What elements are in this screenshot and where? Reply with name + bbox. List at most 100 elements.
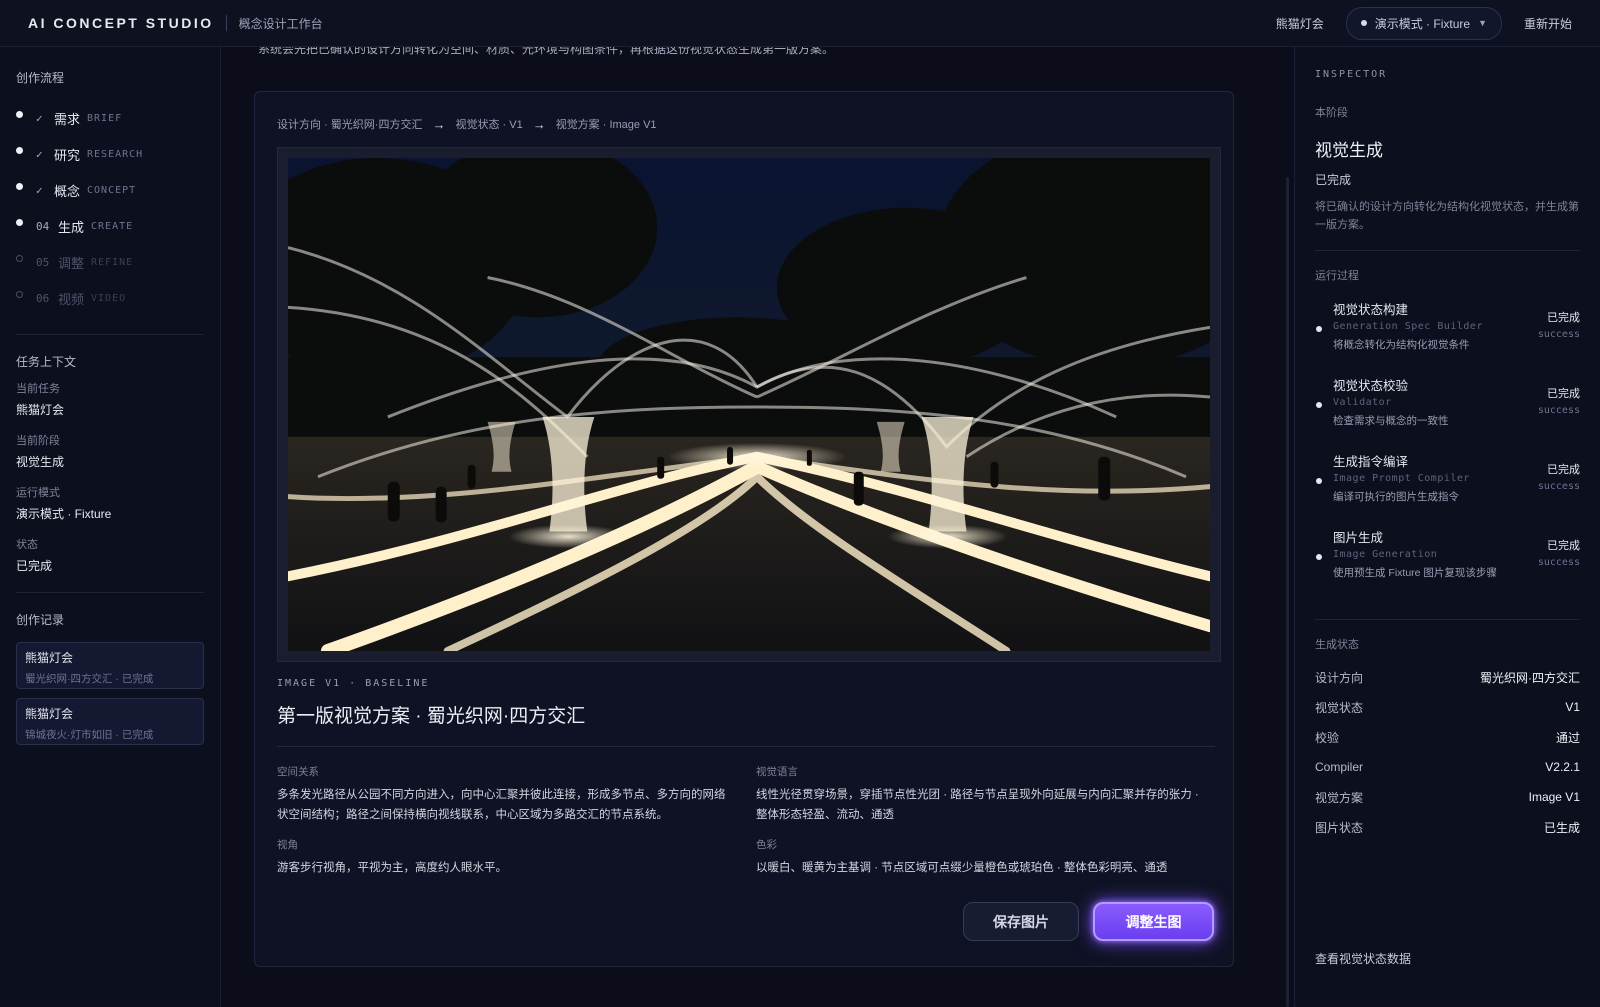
- stage-label: 本阶段: [1315, 107, 1348, 119]
- step-video[interactable]: 06 视频 VIDEO: [16, 280, 204, 316]
- flow-title: 创作流程: [16, 71, 65, 85]
- step-number: 04: [36, 219, 50, 233]
- field-label: 色彩: [756, 839, 777, 851]
- save-image-button[interactable]: 保存图片: [963, 902, 1079, 941]
- field-label: 视角: [277, 839, 298, 851]
- gen-value: 通过: [1555, 730, 1580, 745]
- gen-row: 校验 通过: [1315, 722, 1580, 752]
- run-status-zh: 已完成: [1547, 464, 1580, 476]
- gen-value: V1: [1565, 700, 1580, 714]
- context-label: 当前阶段: [16, 435, 60, 447]
- intro-text: 系统会先把已确认的设计方向转化为空间、材质、光环境与构图条件，再根据这份视觉状态…: [258, 47, 835, 56]
- step-label: 生成: [58, 219, 85, 235]
- mode-selector[interactable]: 演示模式 · Fixture ▼: [1345, 6, 1502, 40]
- field-text: 以暖白、暖黄为主基调 · 节点区域可点缀少量橙色或琥珀色 · 整体色彩明亮、通透: [756, 862, 1168, 874]
- step-code: REFINE: [91, 256, 134, 268]
- inspector-panel: INSPECTOR 本阶段 视觉生成 已完成 将已确认的设计方向转化为结构化视觉…: [1294, 47, 1600, 1007]
- inspector-divider: [1315, 619, 1580, 620]
- context-label: 状态: [16, 539, 38, 551]
- step-label: 调整: [58, 255, 85, 271]
- step-code: BRIEF: [87, 112, 123, 124]
- brand-subtitle: 概念设计工作台: [238, 16, 323, 31]
- step-dot: [16, 255, 23, 262]
- context-label: 当前任务: [16, 383, 60, 395]
- step-create[interactable]: 04 生成 CREATE: [16, 208, 204, 244]
- adjust-generation-button[interactable]: 调整生图: [1093, 902, 1214, 941]
- chevron-down-icon: ▼: [1478, 18, 1487, 28]
- gen-value: V2.2.1: [1545, 760, 1580, 774]
- step-research[interactable]: ✓ 研究 RESEARCH: [16, 136, 204, 172]
- field-text: 游客步行视角，平视为主，高度约人眼水平。: [277, 862, 507, 874]
- gen-key: 图片状态: [1315, 820, 1364, 835]
- scrollbar[interactable]: [1286, 177, 1289, 1007]
- run-step[interactable]: 视觉状态校验 Validator 检查需求与概念的一致性 已完成 success: [1315, 375, 1580, 451]
- step-label: 视频: [58, 291, 85, 307]
- history-title: 创作记录: [16, 613, 65, 627]
- generated-image[interactable]: [277, 147, 1221, 662]
- left-sidebar: 创作流程 ✓ 需求 BRIEF ✓ 研究 RESEARCH ✓ 概念 CONCE…: [0, 47, 221, 1007]
- restart-button[interactable]: 重新开始: [1524, 15, 1572, 32]
- step-number: 06: [36, 291, 50, 305]
- history-item-sub: 蜀光织网·四方交汇 · 已完成: [25, 673, 154, 685]
- mode-status-dot: [1360, 20, 1367, 26]
- brand-name: AI CONCEPT STUDIO: [28, 15, 214, 31]
- brand-divider: [225, 15, 227, 31]
- run-step[interactable]: 视觉状态构建 Generation Spec Builder 将概念转化为结构化…: [1315, 299, 1580, 375]
- history-item[interactable]: 熊猫灯会 锦城夜火·灯市如旧 · 已完成: [16, 698, 204, 745]
- crumb-image[interactable]: 视觉方案 · Image V1: [556, 116, 657, 132]
- inspector-divider: [1315, 250, 1580, 251]
- context-value: 视觉生成: [16, 455, 65, 469]
- crumb-state[interactable]: 视觉状态 · V1: [455, 116, 522, 132]
- stage-description: 将已确认的设计方向转化为结构化视觉状态，并生成第一版方案。: [1315, 201, 1579, 231]
- gen-row: Compiler V2.2.1: [1315, 752, 1580, 782]
- gen-key: 设计方向: [1315, 670, 1364, 685]
- field-spatial: 空间关系 多条发光路径从公园不同方向进入，向中心汇聚并彼此连接，形成多节点、多方…: [277, 764, 732, 825]
- project-name[interactable]: 熊猫灯会: [1276, 15, 1324, 32]
- arrow-right-icon: →: [432, 116, 446, 132]
- check-icon: ✓: [36, 183, 43, 197]
- step-code: RESEARCH: [87, 148, 144, 160]
- run-dot: [1316, 478, 1322, 484]
- gen-row: 视觉状态 V1: [1315, 692, 1580, 722]
- step-code: CREATE: [91, 220, 134, 232]
- context-value: 演示模式 · Fixture: [16, 507, 112, 521]
- visual-card: 设计方向 · 蜀光织网·四方交汇 → 视觉状态 · V1 → 视觉方案 · Im…: [254, 91, 1234, 967]
- run-status: 已完成 success: [1538, 461, 1580, 492]
- field-viewpoint: 视角 游客步行视角，平视为主，高度约人眼水平。: [277, 837, 732, 878]
- step-dot: [16, 219, 23, 226]
- step-concept[interactable]: ✓ 概念 CONCEPT: [16, 172, 204, 208]
- run-dot: [1316, 326, 1322, 332]
- run-status-zh: 已完成: [1547, 540, 1580, 552]
- step-brief[interactable]: ✓ 需求 BRIEF: [16, 100, 204, 136]
- step-dot: [16, 147, 23, 154]
- field-text: 线性光径贯穿场景，穿插节点性光团 · 路径与节点呈现外向延展与内向汇聚并存的张力…: [756, 789, 1199, 821]
- inspector-heading: INSPECTOR: [1315, 69, 1388, 80]
- step-dot: [16, 111, 23, 118]
- gen-value: Image V1: [1528, 790, 1580, 804]
- card-divider: [277, 746, 1215, 747]
- view-visual-state-link[interactable]: 查看视觉状态数据: [1315, 950, 1411, 967]
- arrow-right-icon: →: [532, 116, 546, 132]
- step-refine[interactable]: 05 调整 REFINE: [16, 244, 204, 280]
- night-light-installation-image: [288, 158, 1210, 651]
- gen-value: 蜀光织网·四方交汇: [1480, 670, 1580, 685]
- step-dot: [16, 291, 23, 298]
- image-tag: IMAGE V1 · BASELINE: [277, 678, 430, 689]
- step-code: VIDEO: [91, 292, 127, 304]
- field-color: 色彩 以暖白、暖黄为主基调 · 节点区域可点缀少量橙色或琥珀色 · 整体色彩明亮…: [756, 837, 1211, 878]
- crumb-direction[interactable]: 设计方向 · 蜀光织网·四方交汇: [277, 116, 422, 132]
- context-value: 熊猫灯会: [16, 403, 65, 417]
- context-value: 已完成: [16, 559, 53, 573]
- run-status: 已完成 success: [1538, 537, 1580, 568]
- gen-key: Compiler: [1315, 760, 1364, 774]
- run-step[interactable]: 图片生成 Image Generation 使用预生成 Fixture 图片复现…: [1315, 527, 1580, 603]
- stage-status: 已完成: [1315, 173, 1352, 187]
- run-title: 运行过程: [1315, 270, 1359, 282]
- gen-value: 已生成: [1543, 820, 1580, 835]
- step-number: 05: [36, 255, 50, 269]
- gen-row: 设计方向 蜀光织网·四方交汇: [1315, 662, 1580, 692]
- top-bar: AI CONCEPT STUDIO 概念设计工作台 熊猫灯会 演示模式 · Fi…: [0, 0, 1600, 47]
- run-step[interactable]: 生成指令编译 Image Prompt Compiler 编译可执行的图片生成指…: [1315, 451, 1580, 527]
- history-item[interactable]: 熊猫灯会 蜀光织网·四方交汇 · 已完成: [16, 642, 204, 689]
- history-item-title: 熊猫灯会: [25, 651, 74, 665]
